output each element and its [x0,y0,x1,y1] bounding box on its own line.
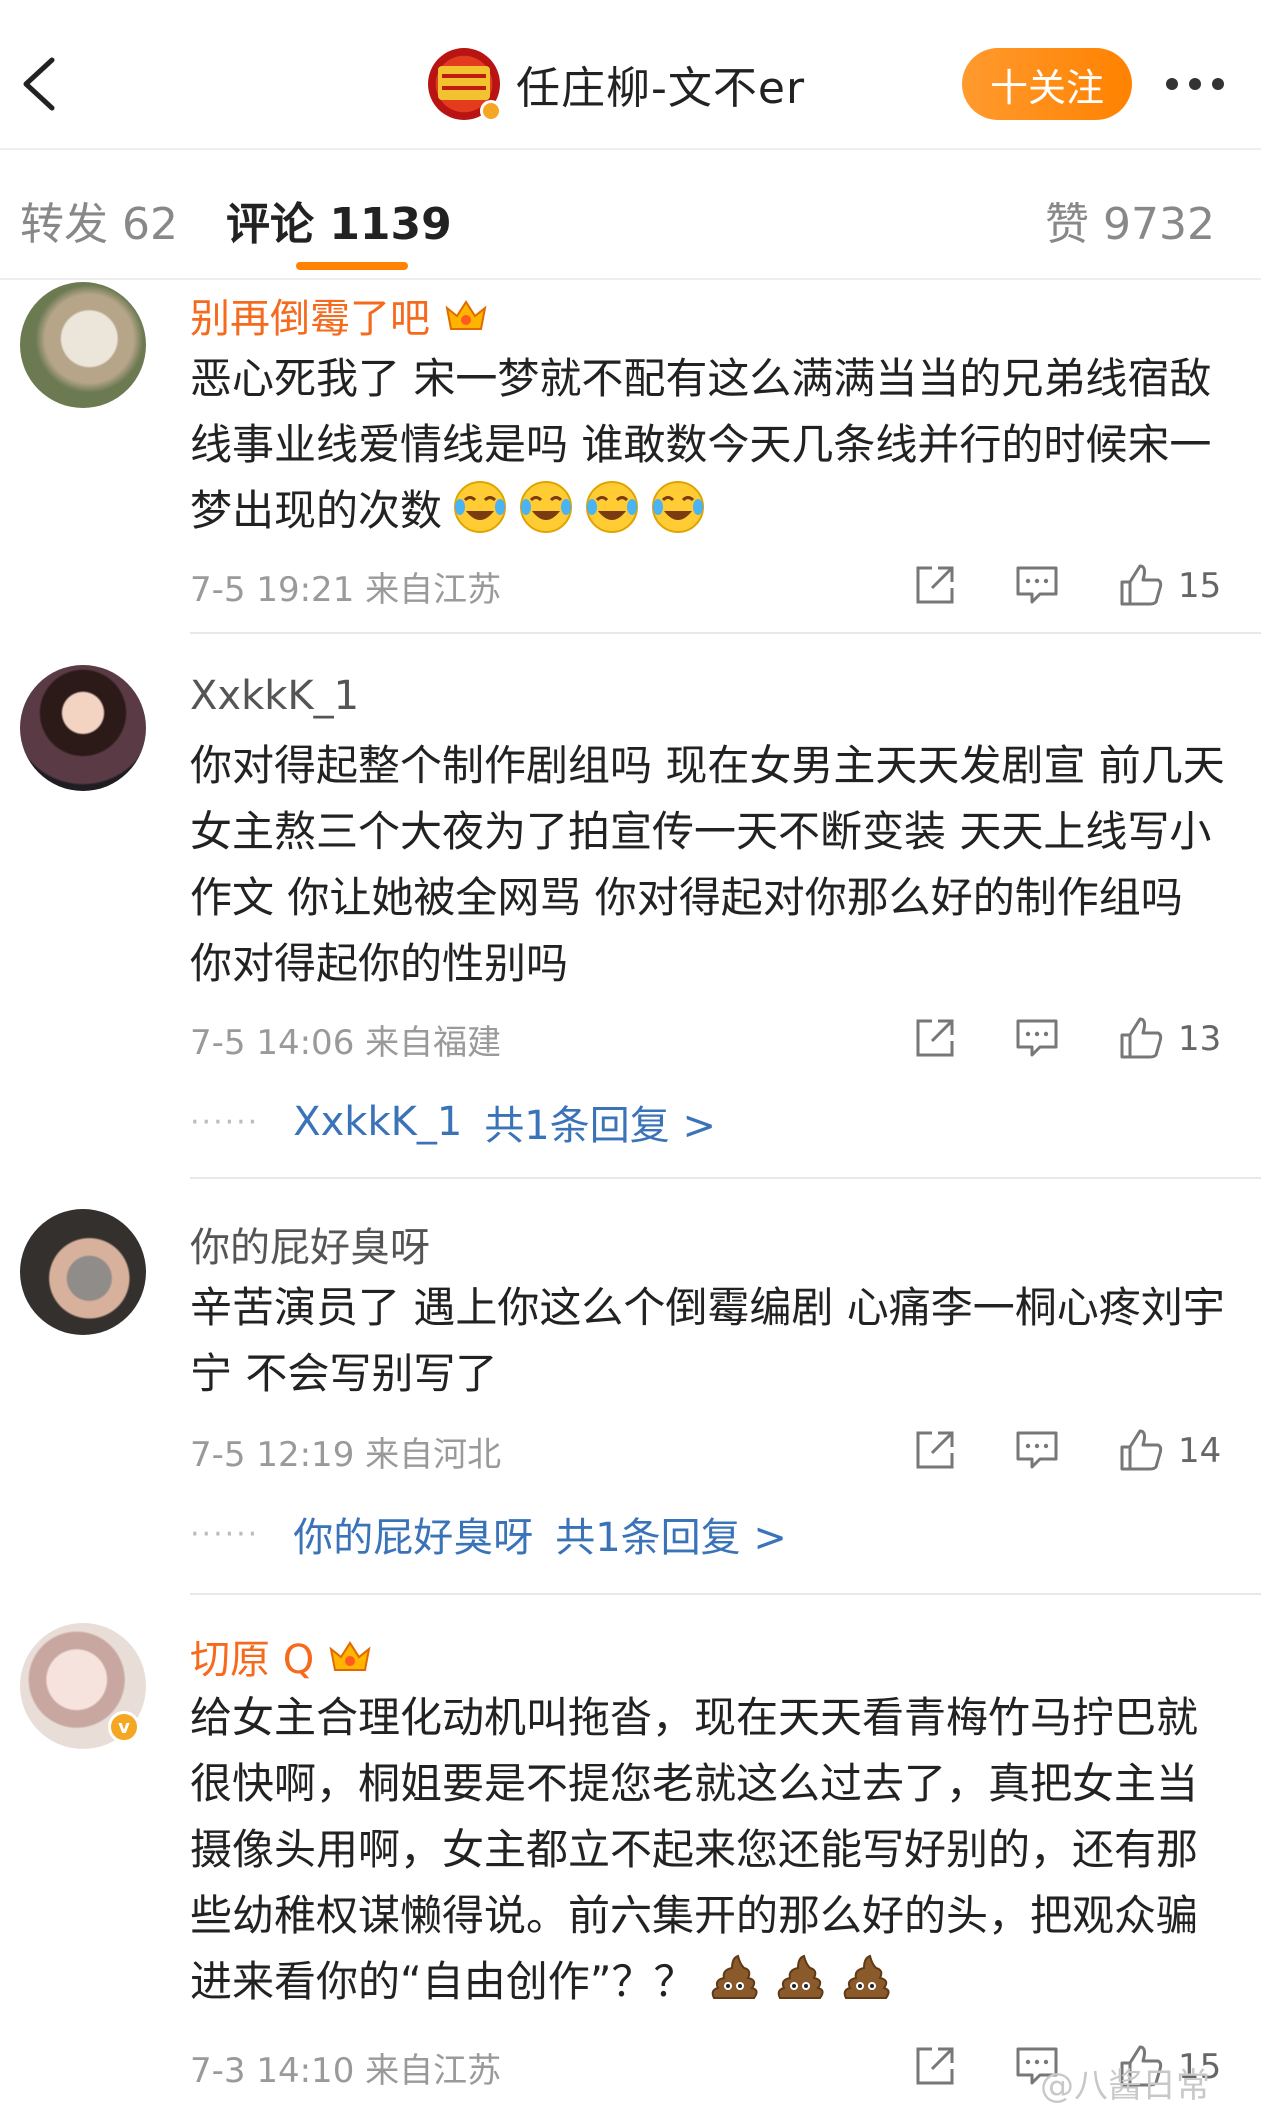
reply-count: 共1条回复 > [555,1515,787,1561]
comment-bubble-icon [1016,566,1058,604]
follow-button[interactable]: 十关注 [962,48,1132,120]
comment-username[interactable]: 切原 Q [190,1627,372,1685]
tab-repost[interactable]: 转发 62 [20,188,178,252]
vip-crown-icon [328,1637,372,1675]
laughing-crying-emoji-icon [518,479,574,535]
username-text: 切原 Q [190,1637,315,1683]
thumbs-up-icon [1120,564,1163,606]
comment-divider [190,1177,1261,1179]
view-replies-link[interactable]: ······ XxkkK_1 共1条回复 > [190,1093,716,1151]
avatar-logo-icon [438,66,490,100]
comment-actions: 13 [910,1013,1240,1069]
like-count: 14 [1178,1431,1222,1471]
reply-author: 你的屁好臭呀 [293,1515,534,1561]
reply-button[interactable] [1012,560,1062,610]
more-dot-icon [1189,78,1201,90]
avatar[interactable] [20,282,146,408]
page-avatar[interactable] [428,48,502,122]
thumbs-up-icon [1120,1017,1163,1059]
laughing-crying-emoji-icon [452,479,508,535]
comment-bubble-icon [1016,1431,1058,1469]
tab-likes[interactable]: 赞 9732 [1045,188,1215,252]
username-text: 你的屁好臭呀 [190,1225,430,1271]
chevron-left-icon [23,57,55,111]
share-button[interactable] [910,1425,960,1475]
share-icon [916,1019,954,1057]
comment-text-content: 辛苦演员了 遇上你这么个倒霉编剧 心痛李一桐心疼刘宇宁 不会写别写了 [190,1283,1225,1398]
like-count: 13 [1178,1019,1222,1059]
tab-comments[interactable]: 评论 1139 [226,188,452,252]
comment-text: 你对得起整个制作剧组吗 现在女男主天天发剧宣 前几天女主熬三个大夜为了拍宣传一天… [190,733,1230,997]
more-options-button[interactable] [1150,56,1240,112]
comment-username[interactable]: XxkkK_1 [190,673,359,719]
ellipsis-icon: ······ [190,1104,260,1140]
vip-crown-icon [444,296,488,334]
like-button[interactable] [1116,560,1166,610]
comment-bubble-icon [1016,1019,1058,1057]
more-dot-icon [1212,78,1224,90]
comment-text-content: 你对得起整个制作剧组吗 现在女男主天天发剧宣 前几天女主熬三个大夜为了拍宣传一天… [190,741,1225,988]
comment-username[interactable]: 别再倒霉了吧 [190,286,488,344]
top-bar: 任庄柳-文不er 十关注 [0,0,1261,150]
ellipsis-icon: ······ [190,1516,260,1552]
username-text: XxkkK_1 [190,673,360,719]
poop-emoji-icon [772,1950,828,2006]
active-tab-indicator [296,262,408,270]
share-icon [916,2047,954,2085]
comment-text: 恶心死我了 宋一梦就不配有这么满满当当的兄弟线宿敌线事业线爱情线是吗 谁敢数今天… [190,346,1230,544]
reply-button[interactable] [1012,1013,1062,1063]
like-count: 15 [1178,566,1222,606]
share-button[interactable] [910,1013,960,1063]
laughing-crying-emoji-icon [650,479,706,535]
tab-bar: 转发 62 评论 1139 赞 9732 [0,152,1261,280]
comment-meta: 7-5 14:06 来自福建 [190,1023,502,1063]
page-title: 任庄柳-文不er [516,63,806,114]
like-button[interactable] [1116,1013,1166,1063]
comment-meta: 7-5 19:21 来自江苏 [190,570,502,610]
laughing-crying-emoji-icon [584,479,640,535]
thumbs-up-icon [1120,1429,1163,1471]
share-button[interactable] [910,2041,960,2091]
reply-author: XxkkK_1 [293,1099,463,1145]
poop-emoji-icon [838,1950,894,2006]
comment-divider [190,632,1261,634]
watermark: @八酱日常 [1040,2066,1210,2106]
avatar[interactable] [20,1209,146,1335]
comment-divider [190,1593,1261,1595]
comment-meta: 7-3 14:10 来自江苏 [190,2051,502,2091]
share-icon [916,566,954,604]
back-button[interactable] [12,48,72,120]
comment-actions: 14 [910,1425,1240,1481]
page-header: 任庄柳-文不er [428,48,806,122]
avatar[interactable] [20,665,146,791]
username-text: 别再倒霉了吧 [190,296,430,342]
share-icon [916,1431,954,1469]
like-button[interactable] [1116,1425,1166,1475]
verified-badge-icon: v [108,1711,140,1743]
share-button[interactable] [910,560,960,610]
reply-count: 共1条回复 > [484,1103,716,1149]
more-dot-icon [1166,78,1178,90]
avatar[interactable]: v [20,1623,146,1749]
poop-emoji-icon [706,1950,762,2006]
comment-text: 给女主合理化动机叫拖沓，现在天天看青梅竹马拧巴就很快啊，桐姐要是不提您老就这么过… [190,1685,1230,2015]
comment-text: 辛苦演员了 遇上你这么个倒霉编剧 心痛李一桐心疼刘宇宁 不会写别写了 [190,1275,1230,1407]
view-replies-link[interactable]: ······ 你的屁好臭呀 共1条回复 > [190,1505,787,1563]
comment-username[interactable]: 你的屁好臭呀 [190,1215,430,1273]
reply-button[interactable] [1012,1425,1062,1475]
comment-text-content: 给女主合理化动机叫拖沓，现在天天看青梅竹马拧巴就很快啊，桐姐要是不提您老就这么过… [190,1693,1199,2006]
verified-badge-icon [480,100,502,122]
comment-meta: 7-5 12:19 来自河北 [190,1435,502,1475]
comment-actions: 15 [910,560,1240,616]
